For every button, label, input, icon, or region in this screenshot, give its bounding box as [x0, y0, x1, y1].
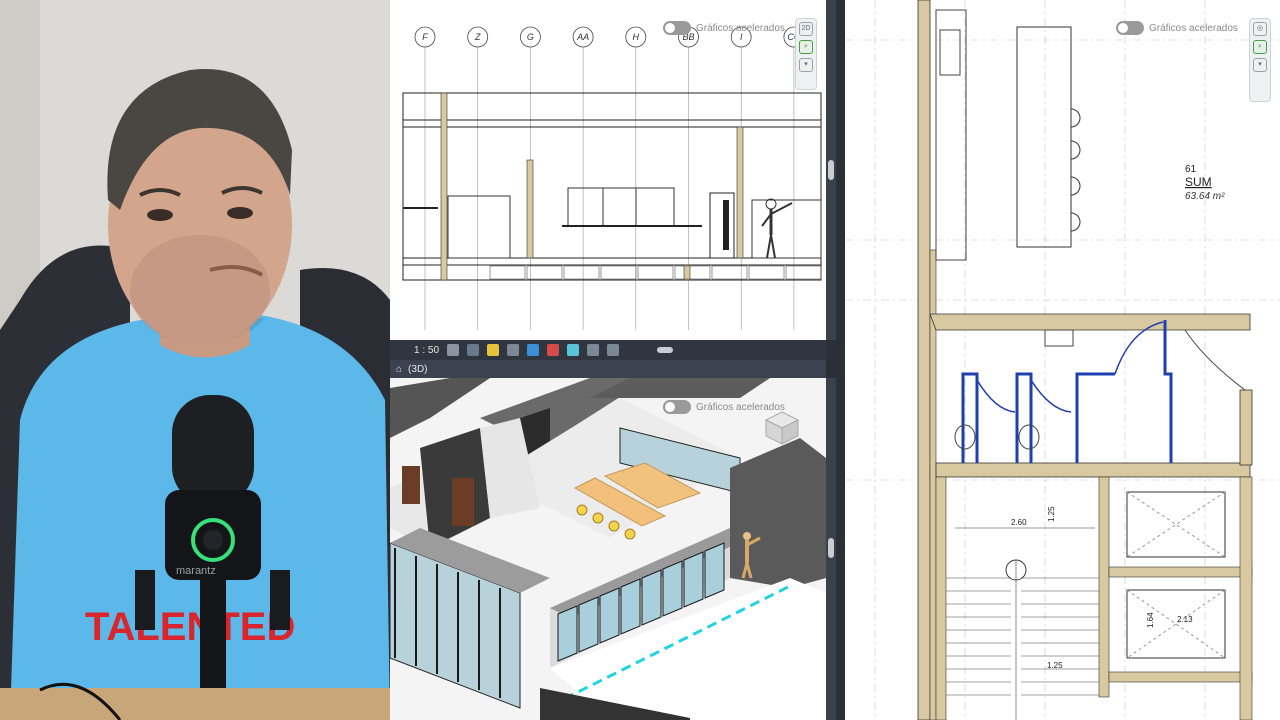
detail-level-icon[interactable]: [447, 344, 460, 356]
elevation-vertical-scrollbar[interactable]: [826, 0, 836, 340]
crop-view-icon[interactable]: [527, 344, 540, 356]
3d-view[interactable]: Gráficos acelerados: [390, 378, 826, 720]
presenter-image: TALENTED marantz: [0, 0, 390, 720]
accelerated-graphics-toggle-elevation[interactable]: Gráficos acelerados: [663, 21, 785, 35]
grid-label: Z: [474, 32, 481, 42]
floor-plan-view[interactable]: 61 SUM 63.64 m² 2.60 1.25 1.25 2.13 1.64…: [845, 0, 1280, 720]
grid-label: H: [633, 32, 640, 42]
room-number[interactable]: 61: [1185, 164, 1197, 175]
analytical-model-icon[interactable]: [607, 344, 620, 356]
grid-label: AA: [576, 32, 589, 42]
3d-drawing[interactable]: [390, 378, 826, 720]
sun-path-icon[interactable]: [487, 344, 500, 356]
grid-head-h[interactable]: H: [625, 26, 647, 330]
webcam-feed: TALENTED marantz: [0, 0, 390, 720]
visual-style-icon[interactable]: [467, 344, 480, 356]
dimension-lower[interactable]: 1.25: [1047, 661, 1063, 670]
toggle-label: Gráficos acelerados: [1149, 22, 1238, 34]
accelerated-graphics-toggle-plan[interactable]: Gráficos acelerados: [1116, 21, 1238, 35]
3d-vertical-scrollbar[interactable]: [826, 378, 836, 720]
shadows-icon[interactable]: [507, 344, 520, 356]
viewcube-icon[interactable]: 2D: [799, 22, 813, 36]
view-control-bar: 1 : 50: [390, 340, 826, 360]
elevation-view[interactable]: F Z G AA H BB I CC Gráficos acelerados 2…: [390, 0, 826, 340]
chevron-down-icon[interactable]: ▾: [799, 58, 813, 72]
grid-head-z[interactable]: Z: [467, 26, 489, 330]
horizontal-scroll-thumb[interactable]: [657, 347, 674, 353]
scroll-thumb[interactable]: [828, 160, 834, 180]
shirt-print: TALENTED: [85, 605, 295, 649]
hide-isolate-icon[interactable]: [547, 344, 560, 356]
navigation-bar-plan[interactable]: ◎ ⌕ ▾: [1249, 18, 1271, 102]
scale-label[interactable]: 1 : 50: [414, 345, 439, 356]
reveal-hidden-icon[interactable]: [567, 344, 580, 356]
home-icon[interactable]: ⌂: [396, 364, 402, 375]
elevation-drawing[interactable]: F Z G AA H BB I CC: [390, 0, 826, 340]
navigation-wheel-icon[interactable]: ◎: [1253, 22, 1267, 36]
toggle-label: Gráficos acelerados: [696, 22, 785, 34]
zoom-icon[interactable]: ⌕: [1253, 40, 1267, 54]
navigation-bar-elevation[interactable]: 2D ⌕ ▾: [795, 18, 817, 90]
grid-head-f[interactable]: F: [414, 26, 436, 330]
dimension-right-a[interactable]: 2.13: [1177, 615, 1193, 624]
view-tab-3d[interactable]: ⌂ (3D): [390, 360, 826, 378]
screen: TALENTED marantz F Z G AA H BB I CC Gráf…: [0, 0, 1280, 720]
toggle-switch[interactable]: [663, 400, 691, 414]
grid-label: F: [422, 32, 428, 42]
zoom-icon[interactable]: ⌕: [799, 40, 813, 54]
grid-label: G: [527, 32, 534, 42]
room-area[interactable]: 63.64 m²: [1185, 191, 1225, 202]
floor-plan-drawing[interactable]: 61 SUM 63.64 m² 2.60 1.25 1.25 2.13 1.64: [845, 0, 1280, 720]
viewcube-icon[interactable]: [762, 408, 802, 448]
view-tab-label[interactable]: (3D): [408, 364, 427, 375]
toggle-switch[interactable]: [663, 21, 691, 35]
chevron-down-icon[interactable]: ▾: [1253, 58, 1267, 72]
dimension-width[interactable]: 2.60: [1011, 518, 1027, 527]
toggle-switch[interactable]: [1116, 21, 1144, 35]
dimension-right-b[interactable]: 1.64: [1146, 612, 1155, 628]
room-name[interactable]: SUM: [1185, 175, 1212, 189]
scroll-thumb[interactable]: [828, 538, 834, 558]
temporary-properties-icon[interactable]: [587, 344, 600, 356]
grid-head-bb[interactable]: BB: [678, 26, 699, 330]
mic-brand: marantz: [176, 565, 216, 577]
dimension-height[interactable]: 1.25: [1047, 506, 1056, 522]
grid-head-aa[interactable]: AA: [572, 26, 594, 330]
